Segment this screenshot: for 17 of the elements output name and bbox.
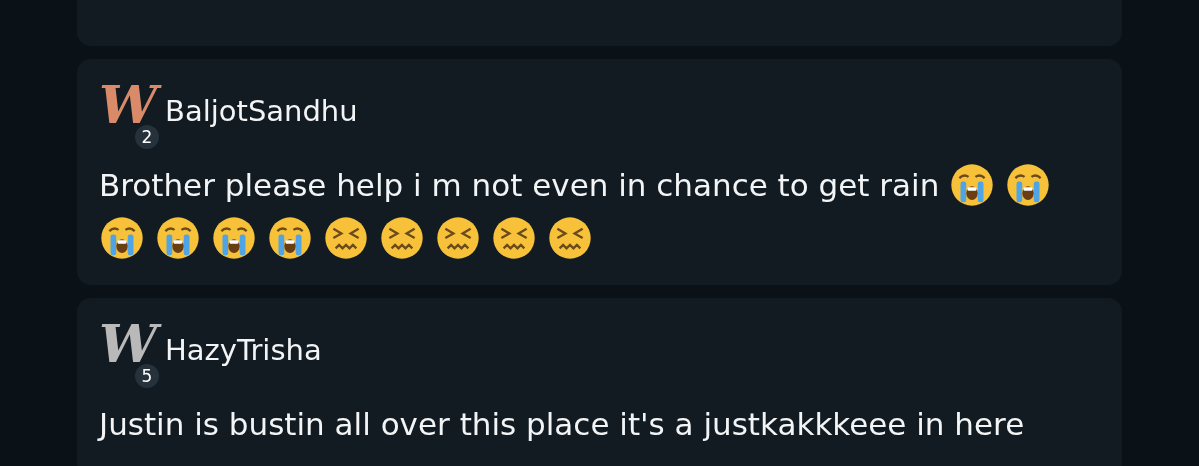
username: BaljotSandhu bbox=[165, 94, 358, 128]
crying-face-icon bbox=[211, 215, 257, 261]
tired-face-icon bbox=[323, 215, 369, 261]
crying-face-icon bbox=[99, 215, 145, 261]
tired-face-icon bbox=[547, 215, 593, 261]
username: HazyTrisha bbox=[165, 333, 322, 367]
level-badge: 2 bbox=[135, 125, 159, 149]
crying-face-icon bbox=[155, 215, 201, 261]
crying-face-icon bbox=[949, 162, 996, 208]
message-text: Justin is bustin all over this place it's a justkakkkeee in here bbox=[99, 405, 1025, 444]
tired-face-icon bbox=[491, 215, 537, 261]
level-badge: 5 bbox=[135, 364, 159, 388]
tired-face-icon bbox=[435, 215, 481, 261]
crying-face-icon bbox=[1005, 162, 1052, 208]
message-text: Brother please help i m not even in chance to get rain bbox=[99, 166, 940, 205]
crying-face-icon bbox=[267, 215, 313, 261]
tired-face-icon bbox=[379, 215, 425, 261]
